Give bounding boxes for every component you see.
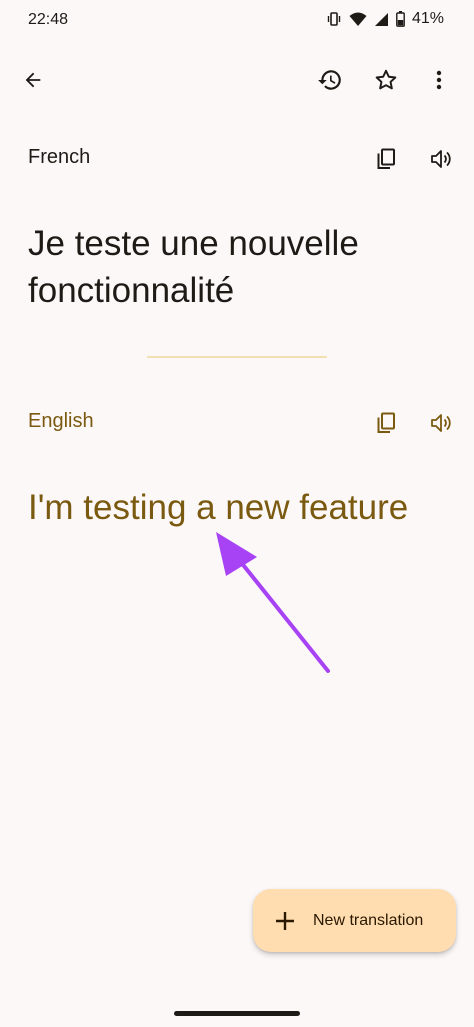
history-icon — [318, 70, 341, 90]
gesture-nav-handle[interactable] — [174, 1011, 300, 1016]
new-translation-label: New translation — [313, 911, 424, 929]
copy-translation-button[interactable] — [366, 403, 406, 443]
cell-signal-icon — [374, 12, 389, 27]
more-options-button[interactable] — [419, 60, 459, 100]
target-language-label[interactable]: English — [28, 410, 94, 433]
back-arrow-icon — [25, 72, 41, 88]
battery-percent: 41% — [411, 10, 444, 27]
star-icon — [375, 69, 397, 90]
status-icons: 41% — [326, 10, 444, 28]
translation-text[interactable]: I'm testing a new feature — [28, 484, 468, 531]
plus-icon — [273, 909, 297, 933]
battery-icon — [396, 11, 405, 27]
wifi-icon — [349, 12, 367, 27]
save-to-favorites-button[interactable] — [366, 60, 406, 100]
new-translation-button[interactable]: New translation — [253, 889, 456, 952]
back-button[interactable] — [13, 60, 53, 100]
volume-icon — [431, 414, 451, 432]
copy-icon — [377, 412, 395, 433]
listen-source-button[interactable] — [421, 139, 461, 179]
source-text[interactable]: Je teste une nouvelle fonctionnalité — [28, 220, 448, 314]
status-time: 22:48 — [28, 11, 69, 28]
listen-translation-button[interactable] — [421, 403, 461, 443]
more-vert-icon — [436, 70, 442, 90]
section-divider — [147, 356, 327, 358]
source-language-label[interactable]: French — [28, 146, 90, 169]
copy-source-button[interactable] — [366, 139, 406, 179]
history-button[interactable] — [310, 60, 350, 100]
copy-icon — [377, 148, 395, 169]
vibrate-icon — [326, 11, 342, 27]
volume-icon — [431, 150, 451, 168]
